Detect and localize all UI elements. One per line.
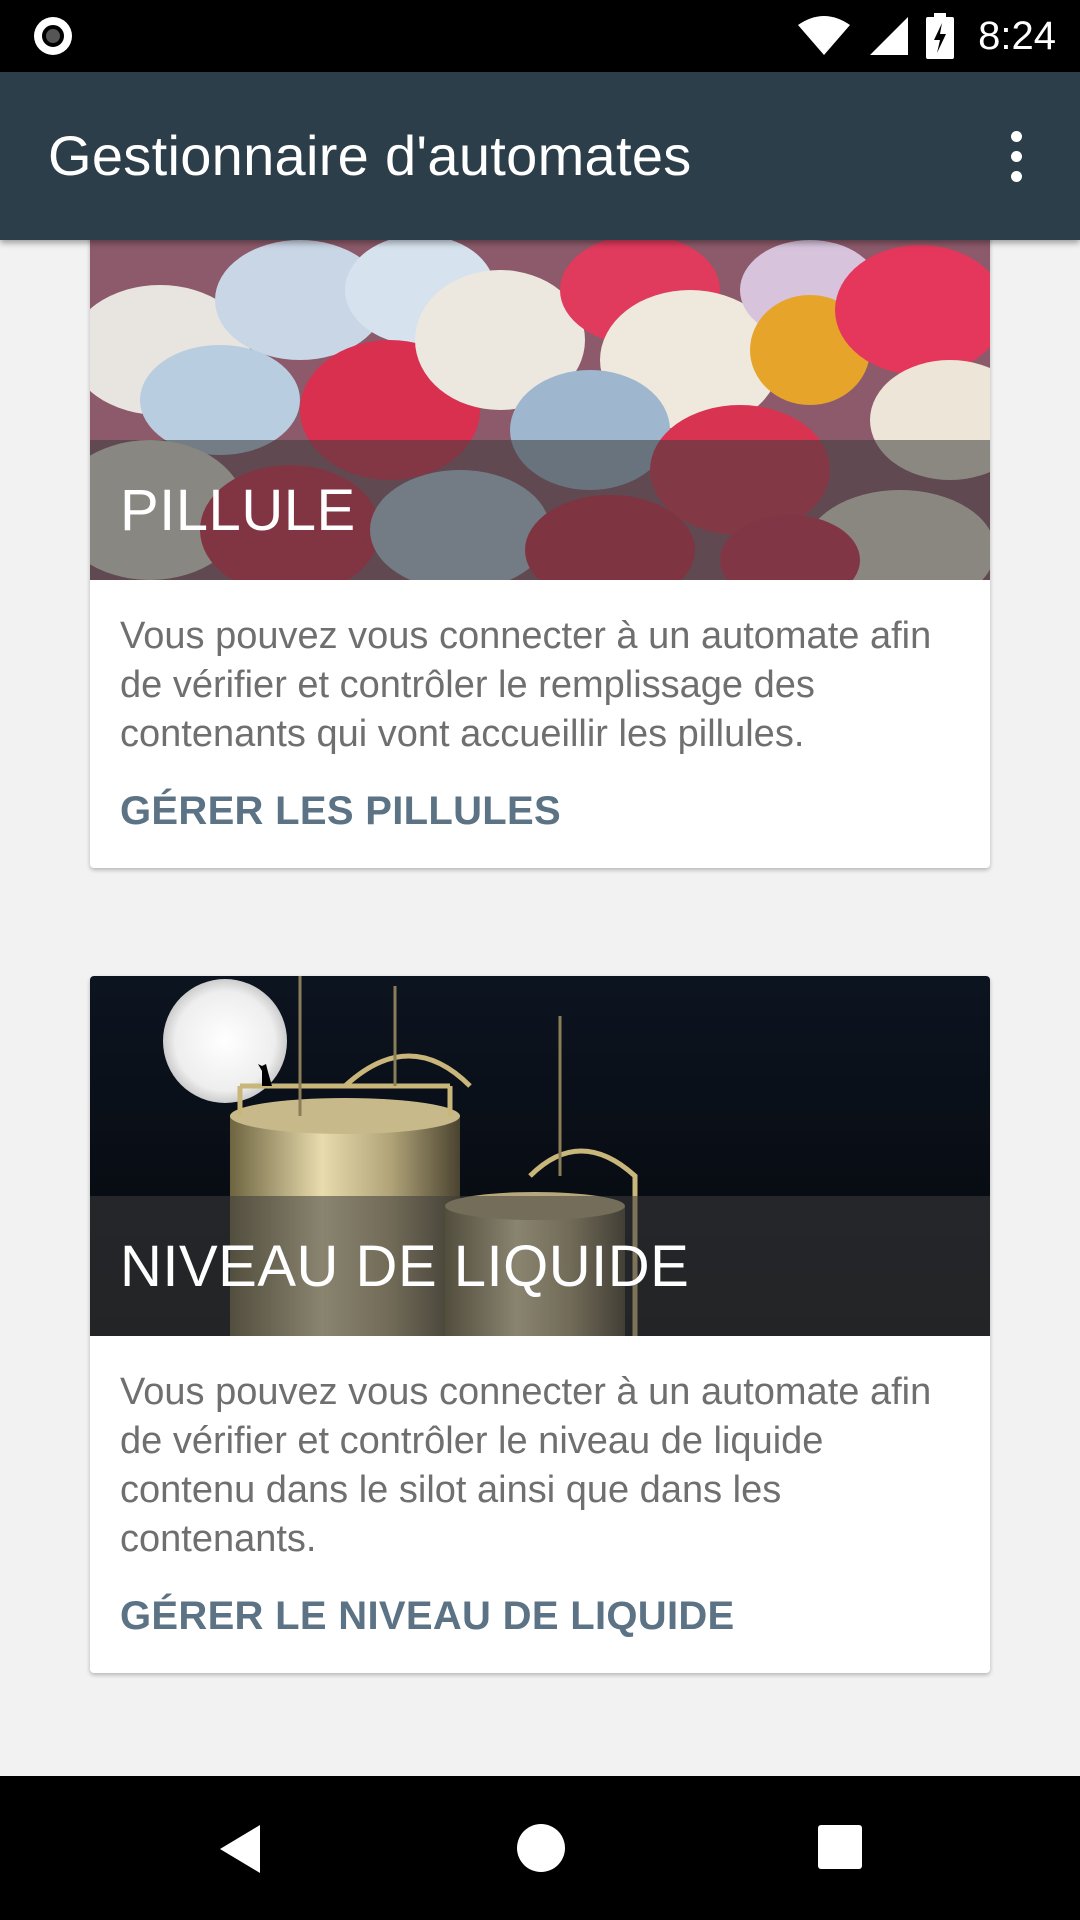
- navigation-bar: [0, 1776, 1080, 1920]
- record-icon: [34, 17, 72, 55]
- wifi-icon: [798, 16, 851, 55]
- back-icon[interactable]: [216, 1823, 264, 1875]
- app-title: Gestionnaire d'automates: [48, 124, 692, 187]
- card-description: Vous pouvez vous connecter à un automate…: [120, 615, 932, 755]
- card-pillule: PILLULE Vous pouvez vous connecter à un …: [90, 240, 990, 868]
- recents-icon[interactable]: [816, 1823, 864, 1871]
- card-title: PILLULE: [120, 478, 356, 543]
- battery-charging-icon: [926, 13, 955, 59]
- manage-liquid-level-button[interactable]: GÉRER LE NIVEAU DE LIQUIDE: [120, 1594, 735, 1639]
- card-description: Vous pouvez vous connecter à un automate…: [120, 1371, 932, 1560]
- signal-icon: [870, 17, 909, 55]
- manage-pills-button[interactable]: GÉRER LES PILLULES: [120, 789, 561, 834]
- pills-image: PILLULE: [90, 240, 990, 580]
- card-title: NIVEAU DE LIQUIDE: [120, 1234, 690, 1299]
- card-niveau-liquide: NIVEAU DE LIQUIDE Vous pouvez vous conne…: [90, 976, 990, 1673]
- status-bar: 8:24: [0, 0, 1080, 72]
- status-time: 8:24: [978, 13, 1056, 58]
- status-icons: 8:24: [796, 0, 1056, 72]
- silo-image: NIVEAU DE LIQUIDE: [90, 976, 990, 1336]
- card-list[interactable]: PILLULE Vous pouvez vous connecter à un …: [0, 240, 1080, 1776]
- app-bar: Gestionnaire d'automates: [0, 72, 1080, 240]
- more-vert-icon[interactable]: [988, 128, 1044, 184]
- home-icon[interactable]: [516, 1823, 566, 1873]
